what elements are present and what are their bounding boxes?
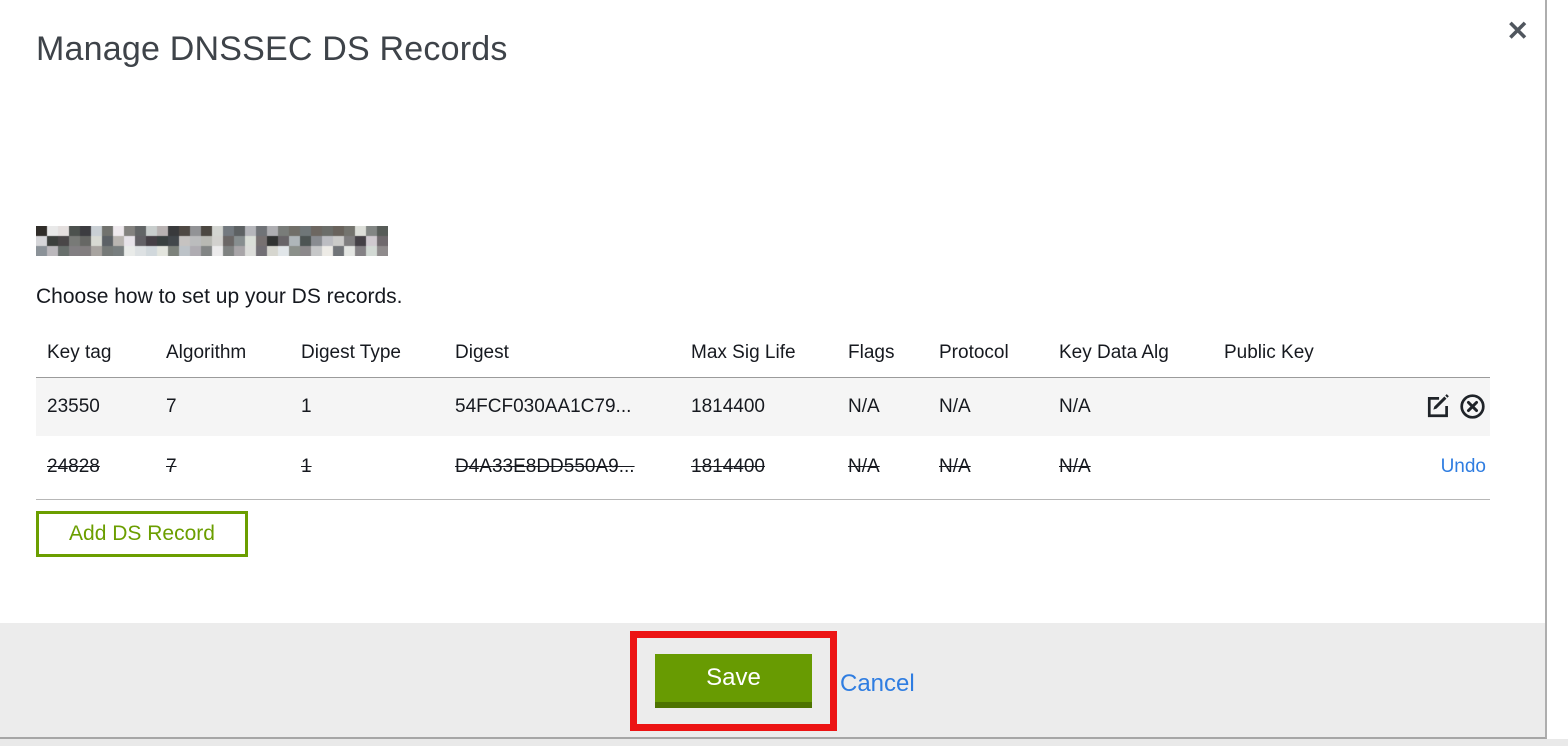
table-header-row: Key tag Algorithm Digest Type Digest Max… [36,330,1490,378]
column-header-protocol: Protocol [939,330,1059,378]
dnssec-modal: Manage DNSSEC DS Records ✕ Choose how to… [0,0,1547,739]
save-button[interactable]: Save [655,654,812,708]
cell-digest-type: 1 [301,436,455,500]
table-row: 23550 7 1 54FCF030AA1C79... 1814400 N/A … [36,377,1490,436]
close-icon[interactable]: ✕ [1506,18,1529,45]
cell-digest-type: 1 [301,395,312,417]
cell-algorithm: 7 [166,436,301,500]
column-header-actions [1400,330,1490,378]
table-row: 24828 7 1 D4A33E8DD550A9... 1814400 N/A … [36,436,1490,500]
add-ds-record-button[interactable]: Add DS Record [36,511,248,557]
page-bottom-strip [0,739,1568,746]
cell-algorithm: 7 [166,395,177,417]
cell-key-data-alg: N/A [1059,436,1224,500]
modal-footer: Save Cancel [0,623,1545,737]
undo-link[interactable]: Undo [1441,456,1486,477]
column-header-max-sig-life: Max Sig Life [691,330,848,378]
column-header-key-data-alg: Key Data Alg [1059,330,1224,378]
column-header-flags: Flags [848,330,939,378]
cell-public-key [1224,436,1400,500]
cell-flags: N/A [848,436,939,500]
cell-public-key [1224,377,1400,436]
page-background: Manage DNSSEC DS Records ✕ Choose how to… [0,0,1568,746]
column-header-digest-type: Digest Type [301,330,455,378]
cell-key-data-alg: N/A [1059,395,1091,417]
cell-digest: 54FCF030AA1C79... [455,395,632,417]
redacted-domain [36,226,388,256]
cell-key-tag: 24828 [36,436,166,500]
remove-record-icon[interactable] [1459,393,1486,420]
edit-record-icon[interactable] [1425,393,1452,420]
column-header-digest: Digest [455,330,691,378]
cell-key-tag: 23550 [47,395,100,417]
column-header-public-key: Public Key [1224,330,1400,378]
cancel-link[interactable]: Cancel [840,670,915,698]
ds-records-table: Key tag Algorithm Digest Type Digest Max… [36,330,1490,500]
cell-max-sig-life: 1814400 [691,395,765,417]
column-header-algorithm: Algorithm [166,330,301,378]
instruction-text: Choose how to set up your DS records. [36,285,403,308]
cell-protocol: N/A [939,395,971,417]
column-header-key-tag: Key tag [36,330,166,378]
cell-actions [1400,377,1490,436]
annotation-highlight-box: Save [630,631,837,731]
cell-flags: N/A [848,395,880,417]
cell-digest: D4A33E8DD550A9... [455,436,691,500]
modal-title: Manage DNSSEC DS Records [36,30,508,68]
cell-actions: Undo [1400,436,1490,500]
cell-protocol: N/A [939,436,1059,500]
cell-max-sig-life: 1814400 [691,436,848,500]
